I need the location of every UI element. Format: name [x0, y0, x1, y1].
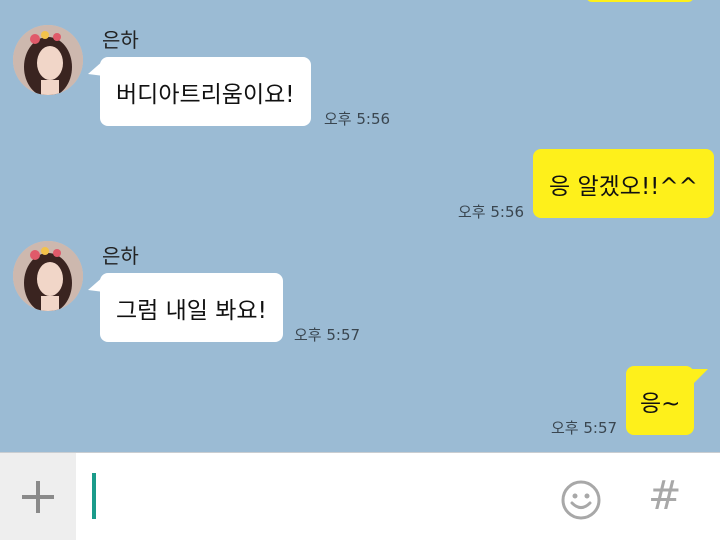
message-text: 그럼 내일 봐요!: [116, 297, 267, 324]
message-input[interactable]: [76, 453, 546, 540]
message-timestamp: 오후 5:56: [324, 110, 391, 128]
hash-icon[interactable]: #: [648, 473, 682, 519]
smiley-icon: [561, 480, 601, 520]
message-text: 응 알겠오!!^^: [549, 173, 698, 200]
sender-avatar[interactable]: [13, 25, 83, 95]
plus-icon: [22, 481, 54, 513]
text-cursor: [92, 473, 96, 519]
message-text: 응~: [640, 390, 681, 417]
outgoing-message-bubble[interactable]: 응 알겠오!!^^: [533, 149, 714, 218]
incoming-message-bubble[interactable]: 버디아트리움이요!: [100, 57, 311, 126]
add-attachment-button[interactable]: [0, 453, 76, 540]
sender-name: 은하: [102, 28, 139, 52]
message-timestamp: 오후 5:56: [458, 203, 525, 221]
chat-area[interactable]: 은하 버디아트리움이요! 오후 5:56 오후 5:56 응 알겠오!!^^ 은…: [0, 0, 720, 452]
message-input-bar: #: [0, 452, 720, 540]
incoming-message-bubble[interactable]: 그럼 내일 봐요!: [100, 273, 283, 342]
sender-avatar[interactable]: [13, 241, 83, 311]
outgoing-message-bubble[interactable]: 응~: [626, 366, 695, 435]
bubble-tail: [692, 152, 708, 168]
previous-message-bubble[interactable]: [586, 0, 694, 2]
message-timestamp: 오후 5:57: [294, 326, 361, 344]
message-text: 버디아트리움이요!: [116, 81, 295, 108]
message-timestamp: 오후 5:57: [551, 419, 618, 437]
bubble-tail: [692, 369, 708, 385]
sender-name: 은하: [102, 244, 139, 268]
emoticon-button[interactable]: [560, 479, 602, 521]
